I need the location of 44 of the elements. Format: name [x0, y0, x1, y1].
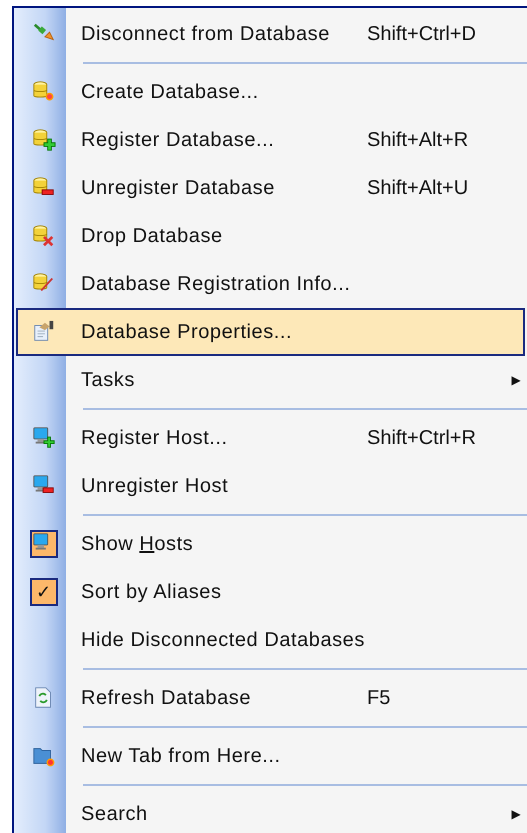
shortcut-label: Shift+Ctrl+R [367, 426, 476, 450]
menu-label: Tasks [81, 368, 135, 392]
submenu-arrow-icon: ▶ [511, 373, 521, 387]
menu-label: Create Database... [81, 80, 259, 104]
menu-item[interactable]: Create Database... [16, 68, 525, 116]
menu-item[interactable]: New Tab from Here... [16, 732, 525, 780]
menu-label: Show Hosts [81, 532, 194, 556]
menu-item[interactable]: Refresh Database F5 [16, 674, 525, 722]
shortcut-label: Shift+Alt+R [367, 128, 468, 152]
submenu-arrow-icon: ▶ [511, 807, 521, 821]
database-add-icon [32, 128, 56, 152]
menu-label: Disconnect from Database [81, 22, 330, 46]
submenu-item[interactable]: Tasks ▶ [16, 356, 525, 404]
menu-label: Drop Database [81, 224, 223, 248]
menu-item[interactable]: Unregister Host [16, 462, 525, 510]
menu-label: Unregister Database [81, 176, 275, 200]
menu-label: Register Host... [81, 426, 228, 450]
menu-label: Search [81, 802, 148, 826]
menu-label: Register Database... [81, 128, 274, 152]
menu-item[interactable]: Drop Database [16, 212, 525, 260]
menu-item[interactable]: Database Registration Info... [16, 260, 525, 308]
computer-add-icon [32, 426, 56, 450]
shortcut-label: Shift+Alt+U [367, 176, 468, 200]
menu-label: Unregister Host [81, 474, 228, 498]
menu-label: Sort by Aliases [81, 580, 222, 604]
shortcut-label: F5 [367, 686, 390, 710]
menu-item[interactable]: Register Database... Shift+Alt+R [16, 116, 525, 164]
menu-item[interactable]: Register Host... Shift+Ctrl+R [16, 414, 525, 462]
menu-label: Hide Disconnected Databases [81, 628, 365, 652]
menu-item[interactable]: Show Hosts [16, 520, 525, 568]
menu-label: Database Registration Info... [81, 272, 350, 296]
shortcut-label: Shift+Ctrl+D [367, 22, 476, 46]
menu-label: Refresh Database [81, 686, 252, 710]
menu-item[interactable]: ✓ Sort by Aliases [16, 568, 525, 616]
submenu-item[interactable]: Search ▶ [16, 790, 525, 833]
menu-item[interactable]: Hide Disconnected Databases [16, 616, 525, 664]
menu-label: New Tab from Here... [81, 744, 281, 768]
checkmark-icon: ✓ [36, 583, 52, 601]
menu-item[interactable]: Unregister Database Shift+Alt+U [16, 164, 525, 212]
menu-item[interactable]: Database Properties... [16, 308, 525, 356]
properties-icon [32, 320, 56, 344]
menu-label: Database Properties... [81, 320, 292, 344]
database-delete-icon [32, 224, 56, 248]
menu-item[interactable]: Disconnect from Database Shift+Ctrl+D [16, 10, 525, 58]
